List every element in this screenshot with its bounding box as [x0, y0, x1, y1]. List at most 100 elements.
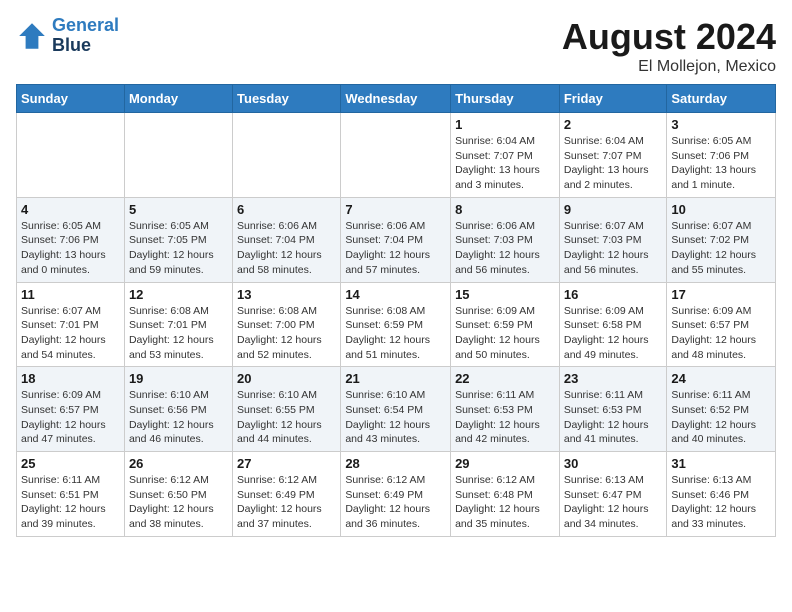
calendar-cell: 31Sunrise: 6:13 AM Sunset: 6:46 PM Dayli… — [667, 452, 776, 537]
day-info: Sunrise: 6:06 AM Sunset: 7:04 PM Dayligh… — [345, 219, 446, 278]
day-number: 28 — [345, 456, 446, 471]
day-info: Sunrise: 6:09 AM Sunset: 6:58 PM Dayligh… — [564, 304, 663, 363]
day-header-thursday: Thursday — [451, 85, 560, 113]
day-info: Sunrise: 6:09 AM Sunset: 6:57 PM Dayligh… — [21, 388, 120, 447]
day-number: 3 — [671, 117, 771, 132]
location: El Mollejon, Mexico — [562, 58, 776, 76]
day-number: 6 — [237, 202, 336, 217]
calendar-cell: 12 Sunrise: 6:08 AM Sunset: 7:01 PM Dayli… — [124, 282, 232, 367]
calendar-cell: 13Sunrise: 6:08 AM Sunset: 7:00 PM Dayli… — [233, 282, 341, 367]
calendar-cell: 17 Sunrise: 6:09 AM Sunset: 6:57 PM Dayli… — [667, 282, 776, 367]
day-info: Sunrise: 6:11 AM Sunset: 6:52 PM Dayligh… — [671, 388, 771, 447]
day-number: 25 — [21, 456, 120, 471]
day-info: Sunrise: 6:12 AM Sunset: 6:50 PM Dayligh… — [129, 473, 228, 532]
page-header: General Blue August 2024 El Mollejon, Me… — [16, 16, 776, 76]
day-info: Sunrise: 6:06 AM Sunset: 7:04 PM Dayligh… — [237, 219, 336, 278]
day-number: 4 — [21, 202, 120, 217]
title-block: August 2024 El Mollejon, Mexico — [562, 16, 776, 76]
day-info: Sunrise: 6:13 AM Sunset: 6:46 PM Dayligh… — [671, 473, 771, 532]
calendar-cell: 8 Sunrise: 6:06 AM Sunset: 7:03 PM Daylig… — [451, 197, 560, 282]
day-info: Sunrise: 6:08 AM Sunset: 7:00 PM Dayligh… — [237, 304, 336, 363]
day-number: 23 — [564, 371, 663, 386]
calendar-week-5: 25 Sunrise: 6:11 AM Sunset: 6:51 PM Dayli… — [17, 452, 776, 537]
calendar-cell: 30 Sunrise: 6:13 AM Sunset: 6:47 PM Dayli… — [559, 452, 667, 537]
calendar-cell: 16 Sunrise: 6:09 AM Sunset: 6:58 PM Dayli… — [559, 282, 667, 367]
day-info: Sunrise: 6:05 AM Sunset: 7:06 PM Dayligh… — [21, 219, 120, 278]
calendar-cell: 15 Sunrise: 6:09 AM Sunset: 6:59 PM Dayli… — [451, 282, 560, 367]
day-info: Sunrise: 6:12 AM Sunset: 6:49 PM Dayligh… — [345, 473, 446, 532]
calendar-cell: 9 Sunrise: 6:07 AM Sunset: 7:03 PM Daylig… — [559, 197, 667, 282]
day-header-monday: Monday — [124, 85, 232, 113]
calendar-week-2: 4 Sunrise: 6:05 AM Sunset: 7:06 PM Daylig… — [17, 197, 776, 282]
day-header-sunday: Sunday — [17, 85, 125, 113]
day-number: 8 — [455, 202, 555, 217]
day-number: 27 — [237, 456, 336, 471]
day-number: 29 — [455, 456, 555, 471]
day-number: 30 — [564, 456, 663, 471]
day-number: 10 — [671, 202, 771, 217]
calendar-cell: 2 Sunrise: 6:04 AM Sunset: 7:07 PM Daylig… — [559, 113, 667, 198]
day-info: Sunrise: 6:07 AM Sunset: 7:03 PM Dayligh… — [564, 219, 663, 278]
day-number: 22 — [455, 371, 555, 386]
calendar-cell: 19Sunrise: 6:10 AM Sunset: 6:56 PM Dayli… — [124, 367, 232, 452]
day-info: Sunrise: 6:07 AM Sunset: 7:01 PM Dayligh… — [21, 304, 120, 363]
calendar-cell: 26Sunrise: 6:12 AM Sunset: 6:50 PM Dayli… — [124, 452, 232, 537]
calendar-cell — [17, 113, 125, 198]
day-header-saturday: Saturday — [667, 85, 776, 113]
calendar-cell: 18 Sunrise: 6:09 AM Sunset: 6:57 PM Dayli… — [17, 367, 125, 452]
day-number: 2 — [564, 117, 663, 132]
calendar-header: SundayMondayTuesdayWednesdayThursdayFrid… — [17, 85, 776, 113]
calendar-week-4: 18 Sunrise: 6:09 AM Sunset: 6:57 PM Dayli… — [17, 367, 776, 452]
calendar-cell: 3Sunrise: 6:05 AM Sunset: 7:06 PM Daylig… — [667, 113, 776, 198]
day-number: 18 — [21, 371, 120, 386]
day-info: Sunrise: 6:12 AM Sunset: 6:48 PM Dayligh… — [455, 473, 555, 532]
day-info: Sunrise: 6:09 AM Sunset: 6:57 PM Dayligh… — [671, 304, 771, 363]
day-info: Sunrise: 6:07 AM Sunset: 7:02 PM Dayligh… — [671, 219, 771, 278]
day-number: 15 — [455, 287, 555, 302]
calendar-cell: 28 Sunrise: 6:12 AM Sunset: 6:49 PM Dayli… — [341, 452, 451, 537]
calendar-cell: 20Sunrise: 6:10 AM Sunset: 6:55 PM Dayli… — [233, 367, 341, 452]
calendar-cell: 25 Sunrise: 6:11 AM Sunset: 6:51 PM Dayli… — [17, 452, 125, 537]
calendar-cell: 24 Sunrise: 6:11 AM Sunset: 6:52 PM Dayli… — [667, 367, 776, 452]
day-info: Sunrise: 6:04 AM Sunset: 7:07 PM Dayligh… — [564, 134, 663, 193]
calendar-table: SundayMondayTuesdayWednesdayThursdayFrid… — [16, 84, 776, 537]
day-info: Sunrise: 6:09 AM Sunset: 6:59 PM Dayligh… — [455, 304, 555, 363]
day-number: 12 — [129, 287, 228, 302]
day-info: Sunrise: 6:05 AM Sunset: 7:05 PM Dayligh… — [129, 219, 228, 278]
day-number: 5 — [129, 202, 228, 217]
calendar-cell: 11 Sunrise: 6:07 AM Sunset: 7:01 PM Dayli… — [17, 282, 125, 367]
day-info: Sunrise: 6:08 AM Sunset: 7:01 PM Dayligh… — [129, 304, 228, 363]
day-number: 11 — [21, 287, 120, 302]
calendar-week-1: 1 Sunrise: 6:04 AM Sunset: 7:07 PM Daylig… — [17, 113, 776, 198]
calendar-cell — [124, 113, 232, 198]
calendar-cell: 10 Sunrise: 6:07 AM Sunset: 7:02 PM Dayli… — [667, 197, 776, 282]
calendar-cell: 7 Sunrise: 6:06 AM Sunset: 7:04 PM Daylig… — [341, 197, 451, 282]
calendar-cell: 4 Sunrise: 6:05 AM Sunset: 7:06 PM Daylig… — [17, 197, 125, 282]
calendar-cell: 29 Sunrise: 6:12 AM Sunset: 6:48 PM Dayli… — [451, 452, 560, 537]
day-number: 20 — [237, 371, 336, 386]
calendar-cell: 27 Sunrise: 6:12 AM Sunset: 6:49 PM Dayli… — [233, 452, 341, 537]
day-info: Sunrise: 6:11 AM Sunset: 6:51 PM Dayligh… — [21, 473, 120, 532]
calendar-cell: 5 Sunrise: 6:05 AM Sunset: 7:05 PM Daylig… — [124, 197, 232, 282]
day-number: 17 — [671, 287, 771, 302]
day-info: Sunrise: 6:10 AM Sunset: 6:56 PM Dayligh… — [129, 388, 228, 447]
calendar-week-3: 11 Sunrise: 6:07 AM Sunset: 7:01 PM Dayli… — [17, 282, 776, 367]
day-number: 7 — [345, 202, 446, 217]
calendar-cell: 14Sunrise: 6:08 AM Sunset: 6:59 PM Dayli… — [341, 282, 451, 367]
day-number: 16 — [564, 287, 663, 302]
day-info: Sunrise: 6:12 AM Sunset: 6:49 PM Dayligh… — [237, 473, 336, 532]
day-number: 1 — [455, 117, 555, 132]
day-info: Sunrise: 6:13 AM Sunset: 6:47 PM Dayligh… — [564, 473, 663, 532]
day-number: 24 — [671, 371, 771, 386]
day-info: Sunrise: 6:06 AM Sunset: 7:03 PM Dayligh… — [455, 219, 555, 278]
day-info: Sunrise: 6:04 AM Sunset: 7:07 PM Dayligh… — [455, 134, 555, 193]
day-number: 9 — [564, 202, 663, 217]
calendar-cell — [341, 113, 451, 198]
calendar-cell: 23Sunrise: 6:11 AM Sunset: 6:53 PM Dayli… — [559, 367, 667, 452]
day-header-wednesday: Wednesday — [341, 85, 451, 113]
day-number: 14 — [345, 287, 446, 302]
day-info: Sunrise: 6:11 AM Sunset: 6:53 PM Dayligh… — [455, 388, 555, 447]
logo-icon — [16, 20, 48, 52]
calendar-cell: 21Sunrise: 6:10 AM Sunset: 6:54 PM Dayli… — [341, 367, 451, 452]
day-header-friday: Friday — [559, 85, 667, 113]
